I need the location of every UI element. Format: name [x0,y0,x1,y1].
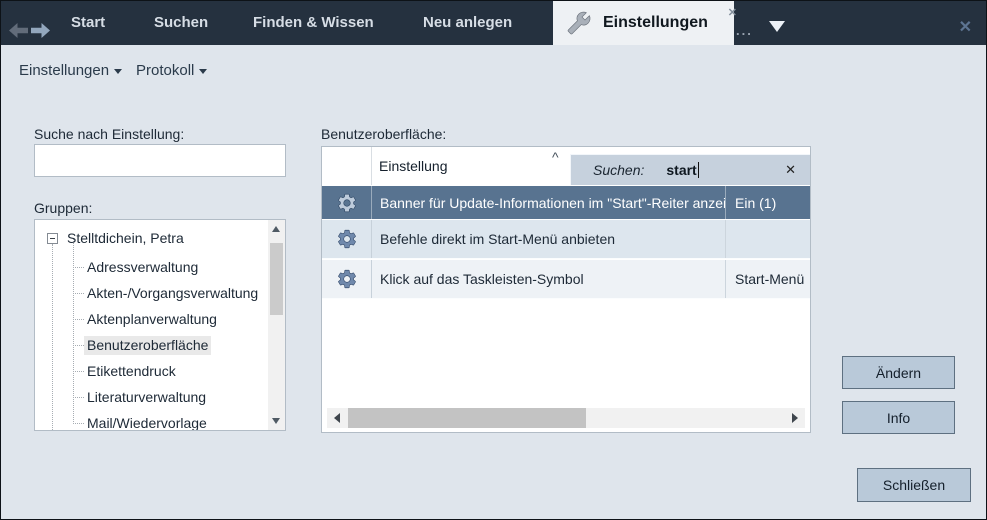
tree-item-label: Adressverwaltung [84,258,201,277]
tree-item-benutzeroberflaeche[interactable]: Benutzeroberfläche [84,334,211,356]
scrollbar-thumb[interactable] [270,243,283,315]
tab-suchen[interactable]: Suchen [154,14,208,31]
column-header-einstellung[interactable]: Einstellung [379,158,448,174]
tree-item-mail-wiedervorlage[interactable]: Mail/Wiedervorlage [84,412,210,431]
menu-protokoll-label: Protokoll [136,62,194,79]
groups-label: Gruppen: [34,200,92,216]
gear-icon [322,220,372,258]
menu-einstellungen-label: Einstellungen [19,62,109,79]
tree-root-label: Stelltdichein, Petra [64,229,187,248]
tab-einstellungen-active[interactable]: Einstellungen ✕ [553,1,734,45]
tree-item-label: Akten-/Vorgangsverwaltung [84,284,261,303]
menu-einstellungen[interactable]: Einstellungen [19,62,122,79]
gear-icon [322,260,372,298]
tree-item-adressverwaltung[interactable]: Adressverwaltung [84,256,201,278]
table-search-box[interactable]: Suchen: start ✕ [570,154,810,185]
table-horizontal-scrollbar[interactable] [327,408,805,428]
setting-name: Banner für Update-Informationen im "Star… [372,186,725,219]
tree-item-label: Mail/Wiedervorlage [84,414,210,432]
wrench-icon [567,11,591,35]
scroll-right-icon[interactable] [792,413,798,423]
tree-connector-line [52,244,53,430]
aendern-button[interactable]: Ändern [842,356,955,389]
table-row-selected[interactable]: Banner für Update-Informationen im "Star… [322,186,810,219]
tree-item-literaturverwaltung[interactable]: Literaturverwaltung [84,386,209,408]
tree-item-aktenplanverwaltung[interactable]: Aktenplanverwaltung [84,308,220,330]
setting-value: Ein (1) [725,186,810,219]
scrollbar-thumb[interactable] [348,408,586,428]
back-icon[interactable] [9,23,28,43]
schliessen-button[interactable]: Schließen [857,468,971,502]
tree-collapse-icon[interactable] [47,233,58,244]
tab-dropdown-caret-icon[interactable] [769,21,785,32]
tree-item-akten-vorgangsverwaltung[interactable]: Akten-/Vorgangsverwaltung [84,282,261,304]
active-tab-label: Einstellungen [603,14,708,32]
setting-name: Befehle direkt im Start-Menü anbieten [372,220,725,258]
scroll-down-icon[interactable] [272,418,280,424]
info-button[interactable]: Info [842,401,955,434]
sort-ascending-icon[interactable]: ^ [552,149,559,165]
window-close-icon[interactable]: ✕ [959,20,972,36]
settings-window: Start Suchen Finden & Wissen Neu anlegen… [0,0,987,520]
tree-vertical-scrollbar[interactable] [268,220,285,430]
tab-start[interactable]: Start [71,14,105,31]
groups-tree: Stelltdichein, Petra Adressverwaltung Ak… [34,219,286,431]
icon-column-header [322,147,372,185]
history-navigation [9,23,50,43]
setting-value [725,220,810,258]
table-row[interactable]: Befehle direkt im Start-Menü anbieten [322,220,810,259]
forward-icon[interactable] [31,23,50,43]
tree-item-label: Etikettendruck [84,362,179,381]
setting-value: Start-Menü [725,260,810,298]
tree-item-label: Aktenplanverwaltung [84,310,220,329]
chevron-down-icon [199,69,207,74]
chevron-down-icon [114,69,122,74]
settings-table-title: Benutzeroberfläche: [321,126,446,142]
tab-overflow-dots: ... [736,23,753,38]
table-row[interactable]: Klick auf das Taskleisten-Symbol Start-M… [322,260,810,299]
table-search-value[interactable]: start [666,162,696,178]
gear-icon [322,186,372,219]
search-close-icon[interactable]: ✕ [785,162,796,178]
setting-search-input[interactable] [34,144,286,177]
table-search-label: Suchen: [593,162,644,178]
tab-close-icon[interactable]: ✕ [728,6,737,19]
tree-item-label: Literaturverwaltung [84,388,209,407]
menu-protokoll[interactable]: Protokoll [136,62,207,79]
setting-search-label: Suche nach Einstellung: [34,126,184,142]
text-cursor [698,162,699,178]
tab-finden-wissen[interactable]: Finden & Wissen [253,14,374,31]
tree-item-etikettendruck[interactable]: Etikettendruck [84,360,179,382]
settings-table: Einstellung ^ Suchen: start ✕ Banner für… [321,146,811,433]
tab-bar: Start Suchen Finden & Wissen Neu anlegen… [1,1,986,45]
scroll-left-icon[interactable] [334,413,340,423]
scroll-up-icon[interactable] [272,226,280,232]
tree-root-item[interactable]: Stelltdichein, Petra [47,227,187,249]
tab-neu-anlegen[interactable]: Neu anlegen [423,14,512,31]
tree-item-label: Benutzeroberfläche [84,336,211,355]
setting-name: Klick auf das Taskleisten-Symbol [372,260,725,298]
